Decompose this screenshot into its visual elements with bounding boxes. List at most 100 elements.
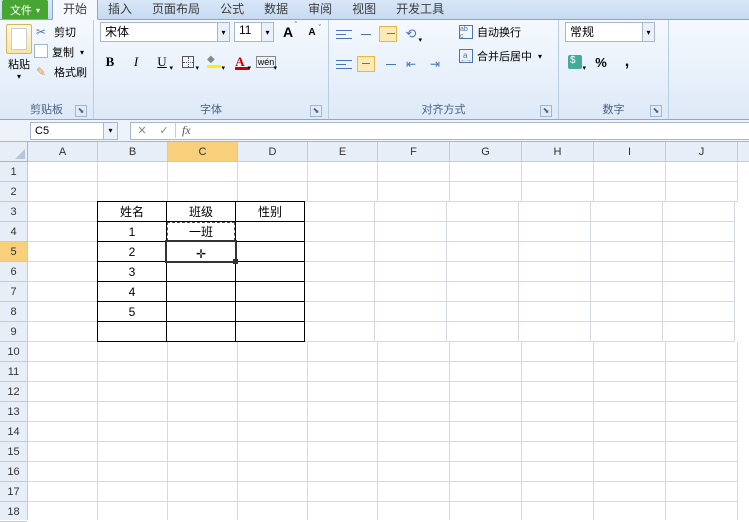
tab-dev[interactable]: 开发工具: [386, 0, 454, 19]
cell-H13[interactable]: [522, 402, 594, 422]
cell-B13[interactable]: [98, 402, 168, 422]
cell-G4[interactable]: [447, 222, 519, 242]
cell-E13[interactable]: [308, 402, 378, 422]
cell-J14[interactable]: [666, 422, 738, 442]
phonetic-button[interactable]: wén: [256, 52, 276, 72]
cell-B17[interactable]: [98, 482, 168, 502]
cell-G3[interactable]: [447, 202, 519, 222]
clipboard-launcher[interactable]: ⬊: [75, 105, 87, 117]
cell-G13[interactable]: [450, 402, 522, 422]
cell-H3[interactable]: [519, 202, 591, 222]
cell-H15[interactable]: [522, 442, 594, 462]
percent-button[interactable]: [591, 52, 611, 72]
cell-F10[interactable]: [378, 342, 450, 362]
cell-J2[interactable]: [666, 182, 738, 202]
cell-E14[interactable]: [308, 422, 378, 442]
cell-H4[interactable]: [519, 222, 591, 242]
cell-D17[interactable]: [238, 482, 308, 502]
cell-J11[interactable]: [666, 362, 738, 382]
cell-G2[interactable]: [450, 182, 522, 202]
cell-F12[interactable]: [378, 382, 450, 402]
cell-E3[interactable]: [305, 202, 375, 222]
cell-G10[interactable]: [450, 342, 522, 362]
cell-I2[interactable]: [594, 182, 666, 202]
name-box[interactable]: C5▾: [30, 122, 118, 140]
cell-H10[interactable]: [522, 342, 594, 362]
cell-A5[interactable]: [28, 242, 98, 262]
shrink-font-button[interactable]: Aˇ: [302, 22, 322, 42]
cell-G8[interactable]: [447, 302, 519, 322]
cell-E17[interactable]: [308, 482, 378, 502]
cell-D7[interactable]: [235, 281, 305, 302]
currency-button[interactable]: [565, 52, 585, 72]
cell-E5[interactable]: [305, 242, 375, 262]
bold-button[interactable]: B: [100, 52, 120, 72]
col-header-G[interactable]: G: [450, 142, 522, 161]
cell-G14[interactable]: [450, 422, 522, 442]
cell-E18[interactable]: [308, 502, 378, 520]
cell-E8[interactable]: [305, 302, 375, 322]
cell-A14[interactable]: [28, 422, 98, 442]
cell-H7[interactable]: [519, 282, 591, 302]
cell-B3[interactable]: 姓名: [97, 201, 167, 222]
cell-H1[interactable]: [522, 162, 594, 182]
cell-J18[interactable]: [666, 502, 738, 520]
tab-data[interactable]: 数据: [254, 0, 298, 19]
cell-D2[interactable]: [238, 182, 308, 202]
cell-I16[interactable]: [594, 462, 666, 482]
align-right-button[interactable]: [379, 56, 397, 72]
formula-bar[interactable]: ✕ ✓ fx: [130, 122, 749, 140]
cell-I4[interactable]: [591, 222, 663, 242]
border-button[interactable]: [178, 52, 198, 72]
row-header-17[interactable]: 17: [0, 482, 27, 502]
cell-H18[interactable]: [522, 502, 594, 520]
cell-J12[interactable]: [666, 382, 738, 402]
cell-D3[interactable]: 性别: [235, 201, 305, 222]
cell-B18[interactable]: [98, 502, 168, 520]
cell-A7[interactable]: [28, 282, 98, 302]
font-launcher[interactable]: ⬊: [310, 105, 322, 117]
cell-E12[interactable]: [308, 382, 378, 402]
cell-H9[interactable]: [519, 322, 591, 342]
cell-F13[interactable]: [378, 402, 450, 422]
cell-F7[interactable]: [375, 282, 447, 302]
cell-E9[interactable]: [305, 322, 375, 342]
cell-B14[interactable]: [98, 422, 168, 442]
cell-C9[interactable]: [166, 321, 236, 342]
cell-B2[interactable]: [98, 182, 168, 202]
format-painter-button[interactable]: 格式刷: [36, 64, 87, 80]
cell-D9[interactable]: [235, 321, 305, 342]
cell-F14[interactable]: [378, 422, 450, 442]
row-header-8[interactable]: 8: [0, 302, 27, 322]
cell-H11[interactable]: [522, 362, 594, 382]
cell-C6[interactable]: [166, 261, 236, 282]
file-tab[interactable]: 文件▾: [2, 0, 48, 19]
cell-G1[interactable]: [450, 162, 522, 182]
cell-J16[interactable]: [666, 462, 738, 482]
cell-A1[interactable]: [28, 162, 98, 182]
row-header-13[interactable]: 13: [0, 402, 27, 422]
cell-A10[interactable]: [28, 342, 98, 362]
col-header-H[interactable]: H: [522, 142, 594, 161]
row-header-15[interactable]: 15: [0, 442, 27, 462]
cell-F2[interactable]: [378, 182, 450, 202]
cell-D15[interactable]: [238, 442, 308, 462]
cell-J5[interactable]: [663, 242, 735, 262]
cell-I18[interactable]: [594, 502, 666, 520]
cell-G12[interactable]: [450, 382, 522, 402]
cell-B15[interactable]: [98, 442, 168, 462]
cell-D18[interactable]: [238, 502, 308, 520]
cell-H8[interactable]: [519, 302, 591, 322]
cell-B16[interactable]: [98, 462, 168, 482]
cell-G15[interactable]: [450, 442, 522, 462]
cell-G17[interactable]: [450, 482, 522, 502]
cell-A17[interactable]: [28, 482, 98, 502]
cell-E11[interactable]: [308, 362, 378, 382]
cell-J8[interactable]: [663, 302, 735, 322]
increase-indent-button[interactable]: ⇥: [425, 54, 445, 74]
cell-D12[interactable]: [238, 382, 308, 402]
merge-center-button[interactable]: 合并后居中▾: [459, 48, 542, 64]
cell-I7[interactable]: [591, 282, 663, 302]
row-header-3[interactable]: 3: [0, 202, 27, 222]
number-launcher[interactable]: ⬊: [650, 105, 662, 117]
